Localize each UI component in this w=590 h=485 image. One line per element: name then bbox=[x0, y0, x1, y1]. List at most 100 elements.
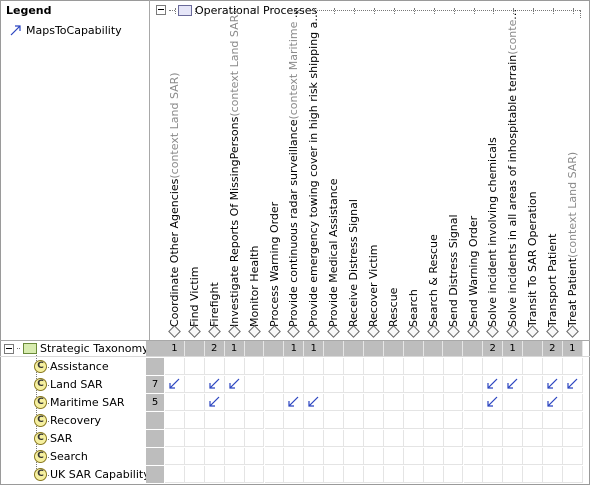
matrix-cell[interactable] bbox=[244, 394, 265, 411]
matrix-cell[interactable] bbox=[383, 358, 404, 375]
matrix-cell[interactable] bbox=[284, 430, 305, 447]
matrix-cell[interactable] bbox=[264, 412, 285, 429]
column-expand-icon[interactable] bbox=[265, 325, 285, 338]
column-header[interactable]: Find Victim bbox=[185, 2, 205, 327]
matrix-cell[interactable] bbox=[284, 448, 305, 465]
column-header[interactable]: Treat Patient(context Land SAR) bbox=[563, 2, 583, 327]
matrix-cell[interactable] bbox=[523, 358, 544, 375]
column-header[interactable]: Provide continuous radar surveillance(co… bbox=[284, 2, 304, 327]
matrix-cell[interactable] bbox=[403, 412, 424, 429]
matrix-cell[interactable] bbox=[264, 358, 285, 375]
matrix-cell[interactable] bbox=[563, 358, 583, 375]
matrix-cell[interactable] bbox=[264, 430, 285, 447]
matrix-cell[interactable] bbox=[204, 358, 225, 375]
column-header[interactable]: Recover Victim bbox=[364, 2, 384, 327]
matrix-cell[interactable] bbox=[503, 358, 524, 375]
matrix-cell[interactable] bbox=[523, 466, 544, 483]
tree-item[interactable]: C Land SAR bbox=[34, 378, 103, 391]
matrix-cell[interactable] bbox=[463, 376, 484, 393]
matrix-cell[interactable] bbox=[543, 412, 563, 429]
column-header[interactable]: Transit To SAR Operation bbox=[523, 2, 543, 327]
matrix-cell[interactable] bbox=[463, 466, 484, 483]
column-expand-icon[interactable] bbox=[384, 325, 404, 338]
column-expand-icon[interactable] bbox=[284, 325, 304, 338]
matrix-cell[interactable] bbox=[543, 358, 563, 375]
matrix-cell[interactable] bbox=[204, 412, 225, 429]
matrix-cell[interactable] bbox=[563, 448, 583, 465]
column-header[interactable]: Receive Distress Signal bbox=[344, 2, 364, 327]
matrix-cell[interactable] bbox=[324, 448, 345, 465]
column-expand-icon[interactable] bbox=[543, 325, 563, 338]
maps-to-capability-arrow-icon[interactable] bbox=[205, 394, 224, 411]
matrix-cell[interactable] bbox=[563, 394, 583, 411]
column-header[interactable]: Send Distress Signal bbox=[444, 2, 464, 327]
matrix-cell[interactable] bbox=[324, 430, 345, 447]
matrix-cell[interactable] bbox=[184, 358, 205, 375]
column-header[interactable]: Rescue bbox=[384, 2, 404, 327]
matrix-cell[interactable] bbox=[443, 376, 464, 393]
matrix-cell[interactable] bbox=[364, 448, 384, 465]
matrix-cell[interactable] bbox=[423, 394, 444, 411]
tree-item[interactable]: C UK SAR Capability bbox=[34, 468, 150, 481]
maps-to-capability-arrow-icon[interactable] bbox=[563, 376, 582, 393]
matrix-cell[interactable] bbox=[523, 448, 544, 465]
matrix-cell[interactable] bbox=[423, 430, 444, 447]
matrix-cell[interactable] bbox=[503, 430, 524, 447]
matrix-cell[interactable] bbox=[563, 466, 583, 483]
matrix-cell[interactable] bbox=[503, 448, 524, 465]
matrix-cell[interactable] bbox=[383, 412, 404, 429]
matrix-cell[interactable] bbox=[523, 430, 544, 447]
matrix-cell[interactable] bbox=[204, 448, 225, 465]
column-expand-icon[interactable] bbox=[563, 325, 583, 338]
column-header[interactable]: Search & Rescue bbox=[424, 2, 444, 327]
collapse-toggle-icon[interactable] bbox=[4, 343, 14, 354]
matrix-cell[interactable] bbox=[224, 412, 245, 429]
matrix-cell[interactable] bbox=[304, 448, 325, 465]
matrix-cell[interactable] bbox=[443, 358, 464, 375]
matrix-cell[interactable] bbox=[503, 412, 524, 429]
maps-to-capability-arrow-icon[interactable] bbox=[225, 376, 244, 393]
matrix-cell[interactable] bbox=[264, 394, 285, 411]
column-expand-icon[interactable] bbox=[205, 325, 225, 338]
column-header[interactable]: Firefight bbox=[205, 2, 225, 327]
matrix-cell[interactable] bbox=[543, 430, 563, 447]
maps-to-capability-arrow-icon[interactable] bbox=[483, 394, 502, 411]
column-expand-icon[interactable] bbox=[165, 325, 185, 338]
maps-to-capability-arrow-icon[interactable] bbox=[543, 376, 562, 393]
column-header[interactable]: Search bbox=[404, 2, 424, 327]
maps-to-capability-arrow-icon[interactable] bbox=[483, 376, 502, 393]
matrix-cell[interactable] bbox=[463, 448, 484, 465]
matrix-cell[interactable] bbox=[344, 430, 364, 447]
matrix-cell[interactable] bbox=[244, 376, 265, 393]
matrix-cell[interactable] bbox=[165, 430, 185, 447]
matrix-cell[interactable] bbox=[463, 394, 484, 411]
matrix-cell[interactable] bbox=[224, 448, 245, 465]
column-header[interactable]: Provide Medical Assistance bbox=[324, 2, 344, 327]
column-header[interactable]: Solve incidents in all areas of inhospit… bbox=[503, 2, 523, 327]
matrix-cell[interactable] bbox=[383, 430, 404, 447]
column-header[interactable]: Send Warning Order bbox=[464, 2, 484, 327]
matrix-cell[interactable] bbox=[443, 466, 464, 483]
column-header[interactable]: Transport Patient bbox=[543, 2, 563, 327]
maps-to-capability-arrow-icon[interactable] bbox=[165, 376, 184, 393]
column-expand-icon[interactable] bbox=[185, 325, 205, 338]
matrix-cell[interactable] bbox=[523, 376, 544, 393]
matrix-cell[interactable] bbox=[224, 430, 245, 447]
column-expand-icon[interactable] bbox=[503, 325, 523, 338]
matrix-cell[interactable] bbox=[423, 358, 444, 375]
matrix-cell[interactable] bbox=[383, 466, 404, 483]
tree-item[interactable]: C Assistance bbox=[34, 360, 109, 373]
matrix-cell[interactable] bbox=[184, 394, 205, 411]
matrix-cell[interactable] bbox=[423, 376, 444, 393]
matrix-cell[interactable] bbox=[543, 466, 563, 483]
matrix-cell[interactable] bbox=[383, 394, 404, 411]
tree-item[interactable]: C Recovery bbox=[34, 414, 101, 427]
maps-to-capability-arrow-icon[interactable] bbox=[503, 376, 522, 393]
matrix-cell[interactable] bbox=[324, 412, 345, 429]
matrix-cell[interactable] bbox=[224, 394, 245, 411]
matrix-cell[interactable] bbox=[304, 430, 325, 447]
matrix-cell[interactable] bbox=[324, 466, 345, 483]
column-header[interactable]: Investigate Reports Of MissingPersons(co… bbox=[225, 2, 245, 327]
matrix-cell[interactable] bbox=[344, 394, 364, 411]
matrix-cell[interactable] bbox=[403, 448, 424, 465]
